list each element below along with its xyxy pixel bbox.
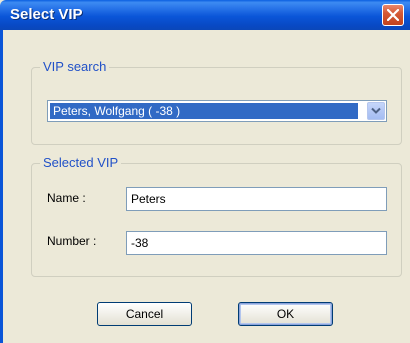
close-x-icon — [387, 9, 399, 21]
vip-search-group: VIP search Peters, Wolfgang ( -38 ) — [31, 59, 402, 145]
window-frame-left — [0, 30, 3, 343]
cancel-button[interactable]: Cancel — [97, 302, 192, 326]
select-vip-dialog: Select VIP VIP search Peters, Wolfgang (… — [0, 0, 410, 343]
vip-search-selected-value: Peters, Wolfgang ( -38 ) — [50, 103, 358, 119]
name-label: Name : — [47, 191, 86, 205]
number-field[interactable] — [126, 231, 387, 255]
name-field[interactable] — [126, 187, 387, 211]
selected-vip-group: Selected VIP Name : Number : — [31, 155, 402, 277]
ok-button[interactable]: OK — [238, 302, 333, 326]
window-title: Select VIP — [10, 6, 83, 23]
selected-vip-legend: Selected VIP — [40, 155, 122, 170]
vip-search-legend: VIP search — [40, 59, 110, 74]
close-button[interactable] — [382, 4, 404, 26]
chevron-down-icon — [371, 107, 381, 114]
vip-search-combobox[interactable]: Peters, Wolfgang ( -38 ) — [47, 100, 387, 122]
number-label: Number : — [47, 234, 97, 248]
title-bar[interactable]: Select VIP — [0, 0, 410, 30]
dropdown-button[interactable] — [367, 102, 385, 120]
